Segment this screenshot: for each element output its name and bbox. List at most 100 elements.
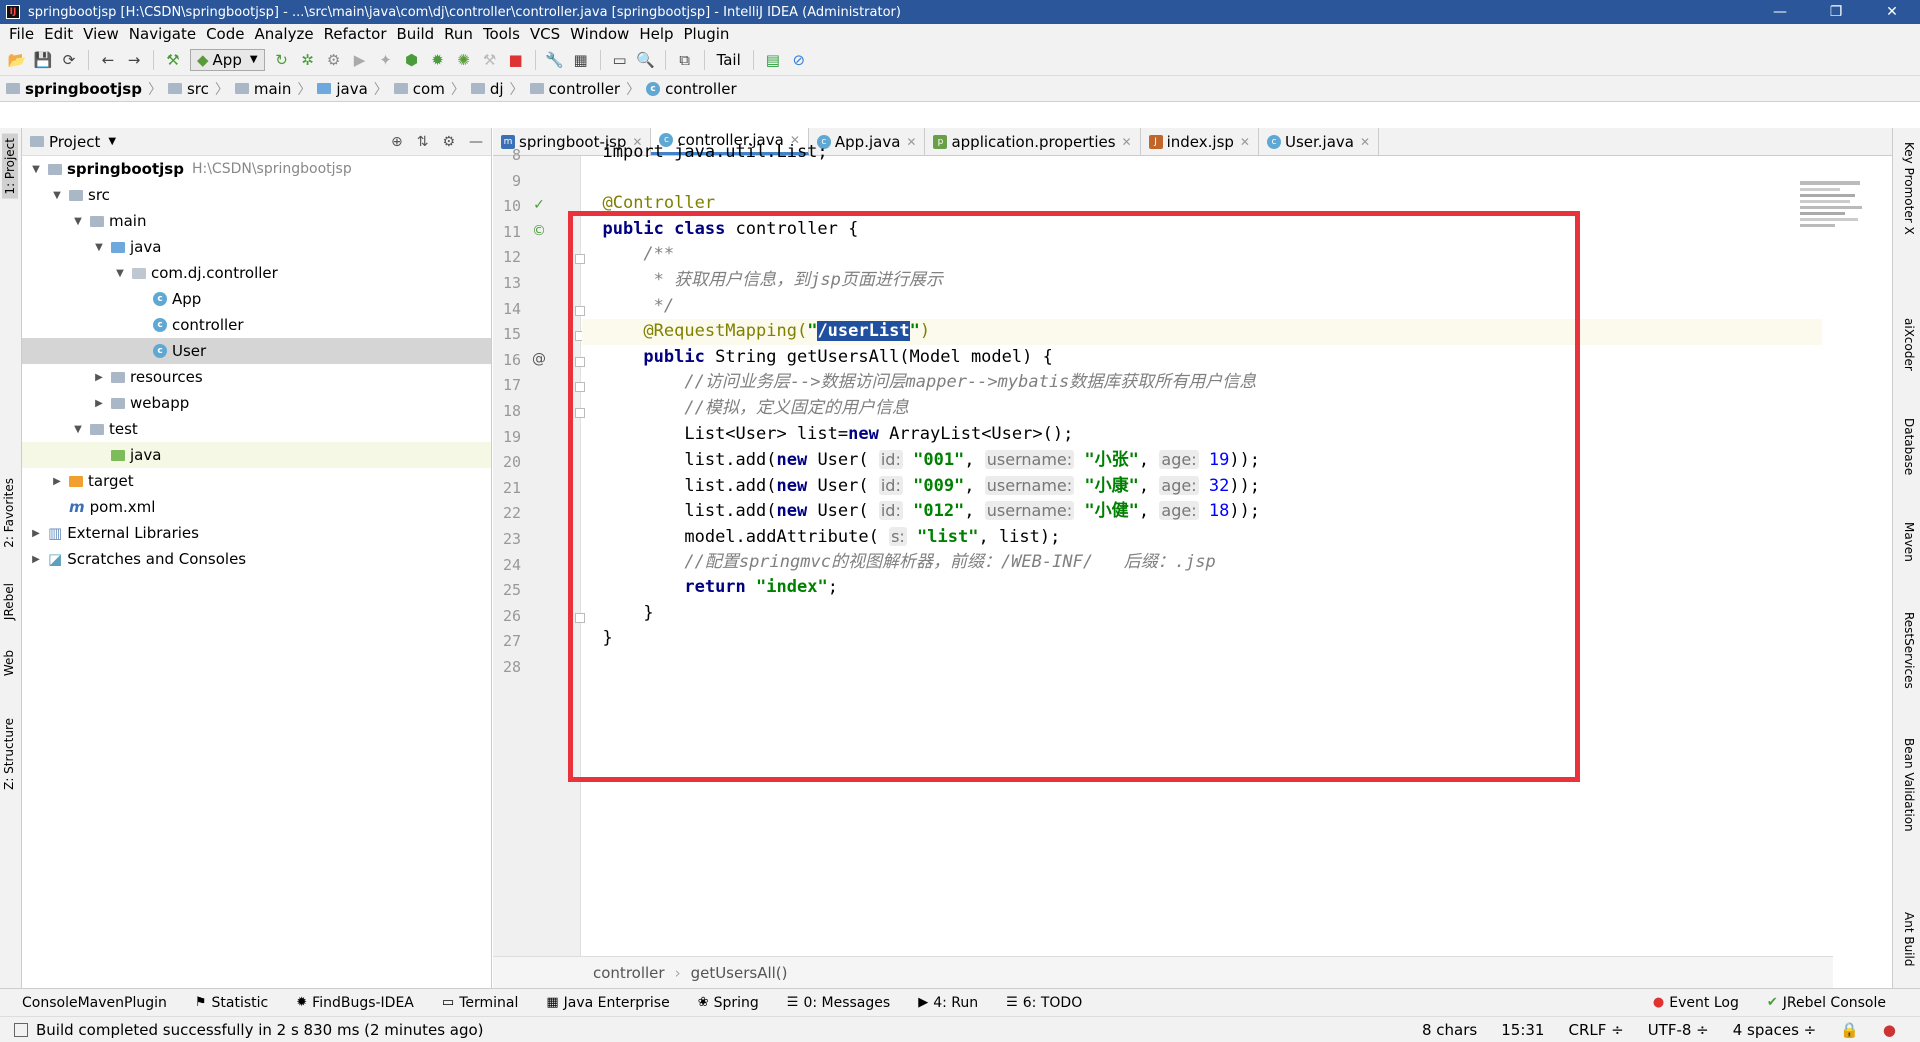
tab-maven[interactable]: Maven bbox=[1902, 522, 1916, 562]
tree-item[interactable]: c controller bbox=[22, 312, 491, 338]
chevron-right-icon[interactable]: ▶ bbox=[91, 372, 107, 383]
chevron-down-icon[interactable]: ▼ bbox=[70, 216, 86, 227]
menu-refactor[interactable]: Refactor bbox=[319, 25, 392, 43]
menu-navigate[interactable]: Navigate bbox=[124, 25, 201, 43]
chevron-down-icon[interactable]: ▼ bbox=[28, 164, 44, 175]
tree-item[interactable]: ▼ springbootjsp H:\CSDN\springbootjsp bbox=[22, 156, 491, 182]
tab-favorites[interactable]: 2: Favorites bbox=[2, 478, 16, 548]
tail-button[interactable]: Tail bbox=[717, 51, 741, 69]
power-save-icon[interactable]: ⊘ bbox=[786, 48, 812, 72]
tab-database[interactable]: Database bbox=[1902, 418, 1916, 475]
tree-item[interactable]: ▶ target bbox=[22, 468, 491, 494]
run-configuration-select[interactable]: ◆ App ▼ bbox=[190, 48, 265, 71]
breadcrumb-item[interactable]: com bbox=[393, 80, 445, 98]
tool-4-run[interactable]: ▶ 4: Run bbox=[918, 995, 978, 1011]
statistic-icon[interactable]: ▤ bbox=[760, 48, 786, 72]
chevron-down-icon[interactable]: ▼ bbox=[112, 268, 128, 279]
tab-jrebel[interactable]: JRebel bbox=[2, 583, 16, 620]
build-hammer-icon[interactable]: ⚒ bbox=[160, 48, 186, 72]
minimize-button[interactable]: — bbox=[1752, 0, 1808, 24]
tool-jrebel-console[interactable]: ✔ JRebel Console bbox=[1767, 995, 1886, 1011]
menu-analyze[interactable]: Analyze bbox=[249, 25, 318, 43]
project-structure-icon[interactable]: ▦ bbox=[568, 48, 594, 72]
code-line[interactable] bbox=[582, 166, 1822, 192]
footer-class[interactable]: controller bbox=[593, 964, 665, 982]
tree-item[interactable]: ▼ com.dj.controller bbox=[22, 260, 491, 286]
tree-item[interactable]: ▶ ▥ External Libraries bbox=[22, 520, 491, 546]
chevron-right-icon[interactable]: ▶ bbox=[49, 476, 65, 487]
chevron-down-icon[interactable]: ▼ bbox=[49, 190, 65, 201]
tab-aixcoder[interactable]: aiXcoder bbox=[1902, 318, 1916, 371]
breadcrumb-item[interactable]: src bbox=[167, 80, 209, 98]
menu-build[interactable]: Build bbox=[392, 25, 440, 43]
tree-item[interactable]: ▶ webapp bbox=[22, 390, 491, 416]
tree-item[interactable]: ▶ ◪ Scratches and Consoles bbox=[22, 546, 491, 572]
run-icon[interactable]: ▶ bbox=[347, 48, 373, 72]
tool-consolemavenplugin[interactable]: ConsoleMavenPlugin bbox=[22, 995, 167, 1011]
stop-icon[interactable]: ■ bbox=[503, 48, 529, 72]
tool-terminal[interactable]: ▭ Terminal bbox=[442, 995, 518, 1011]
tool-0-messages[interactable]: ☰ 0: Messages bbox=[787, 995, 890, 1011]
tool-java-enterprise[interactable]: ▦ Java Enterprise bbox=[546, 995, 669, 1011]
hide-icon[interactable]: — bbox=[469, 134, 483, 150]
tree-item[interactable]: ▶ resources bbox=[22, 364, 491, 390]
profile-icon[interactable]: ✦ bbox=[373, 48, 399, 72]
menu-window[interactable]: Window bbox=[565, 25, 634, 43]
tab-structure[interactable]: Z: Structure bbox=[2, 718, 16, 790]
debug-icon[interactable]: ✲ bbox=[295, 48, 321, 72]
rerun-icon[interactable]: ↻ bbox=[269, 48, 295, 72]
indent-setting[interactable]: 4 spaces ÷ bbox=[1733, 1021, 1816, 1039]
chevron-right-icon[interactable]: ▶ bbox=[28, 554, 44, 565]
bug-icon[interactable]: ✺ bbox=[451, 48, 477, 72]
forward-icon[interactable]: → bbox=[121, 48, 147, 72]
tool-6-todo[interactable]: ☰ 6: TODO bbox=[1006, 995, 1082, 1011]
breadcrumb-item[interactable]: main bbox=[234, 80, 291, 98]
menu-file[interactable]: File bbox=[4, 25, 39, 43]
menu-code[interactable]: Code bbox=[201, 25, 249, 43]
caret-position[interactable]: 15:31 bbox=[1501, 1021, 1544, 1039]
line-separator[interactable]: CRLF ÷ bbox=[1568, 1021, 1623, 1039]
status-message[interactable]: Build completed successfully in 2 s 830 … bbox=[36, 1021, 484, 1039]
tree-item[interactable]: m pom.xml bbox=[22, 494, 491, 520]
hammer-disabled-icon[interactable]: ⚒ bbox=[477, 48, 503, 72]
breadcrumb-item[interactable]: springbootjsp bbox=[6, 80, 142, 98]
menu-help[interactable]: Help bbox=[634, 25, 678, 43]
menu-view[interactable]: View bbox=[78, 25, 124, 43]
menu-run[interactable]: Run bbox=[439, 25, 478, 43]
tree-item[interactable]: java bbox=[22, 442, 491, 468]
chevron-right-icon[interactable]: ▶ bbox=[28, 528, 44, 539]
tree-item[interactable]: c App bbox=[22, 286, 491, 312]
tab-bean-validation[interactable]: Bean Validation bbox=[1902, 738, 1916, 832]
gear-icon[interactable]: ⚙ bbox=[442, 134, 455, 150]
breadcrumb-item[interactable]: controller bbox=[529, 80, 620, 98]
tool-event-log[interactable]: ● Event Log bbox=[1653, 995, 1739, 1011]
breadcrumb-item[interactable]: c controller bbox=[646, 80, 737, 98]
tool-findbugs-idea[interactable]: ✹ FindBugs-IDEA bbox=[296, 995, 414, 1011]
sync-icon[interactable]: ⟳ bbox=[56, 48, 82, 72]
tree-item[interactable]: ▼ src bbox=[22, 182, 491, 208]
search-icon[interactable]: 🔍 bbox=[633, 48, 659, 72]
coverage-icon[interactable]: ⚙ bbox=[321, 48, 347, 72]
project-panel-title[interactable]: Project bbox=[49, 133, 100, 151]
tree-item[interactable]: c User bbox=[22, 338, 491, 364]
menu-tools[interactable]: Tools bbox=[478, 25, 525, 43]
menu-edit[interactable]: Edit bbox=[39, 25, 78, 43]
chevron-down-icon[interactable]: ▼ bbox=[108, 136, 116, 147]
collapse-icon[interactable]: ⇅ bbox=[417, 134, 429, 150]
lock-icon[interactable]: 🔒 bbox=[1840, 1021, 1859, 1039]
code-line[interactable]: import java.util.List; bbox=[582, 140, 1822, 166]
tree-item[interactable]: ▼ test bbox=[22, 416, 491, 442]
back-icon[interactable]: ← bbox=[95, 48, 121, 72]
breadcrumb-item[interactable]: java bbox=[317, 80, 368, 98]
tool-statistic[interactable]: ⚑ Statistic bbox=[195, 995, 268, 1011]
save-all-icon[interactable]: 💾 bbox=[30, 48, 56, 72]
locate-icon[interactable]: ⊕ bbox=[391, 134, 403, 150]
menu-plugin[interactable]: Plugin bbox=[679, 25, 735, 43]
override-icon[interactable]: @ bbox=[529, 349, 549, 369]
chevron-down-icon[interactable]: ▼ bbox=[70, 424, 86, 435]
open-folder-icon[interactable]: 📂 bbox=[4, 48, 30, 72]
inspector-icon[interactable]: ● bbox=[1883, 1021, 1896, 1039]
jrebel-debug-icon[interactable]: ✹ bbox=[425, 48, 451, 72]
status-toggle-icon[interactable] bbox=[14, 1022, 28, 1037]
tab-key-promoter[interactable]: Key Promoter X bbox=[1902, 142, 1916, 235]
